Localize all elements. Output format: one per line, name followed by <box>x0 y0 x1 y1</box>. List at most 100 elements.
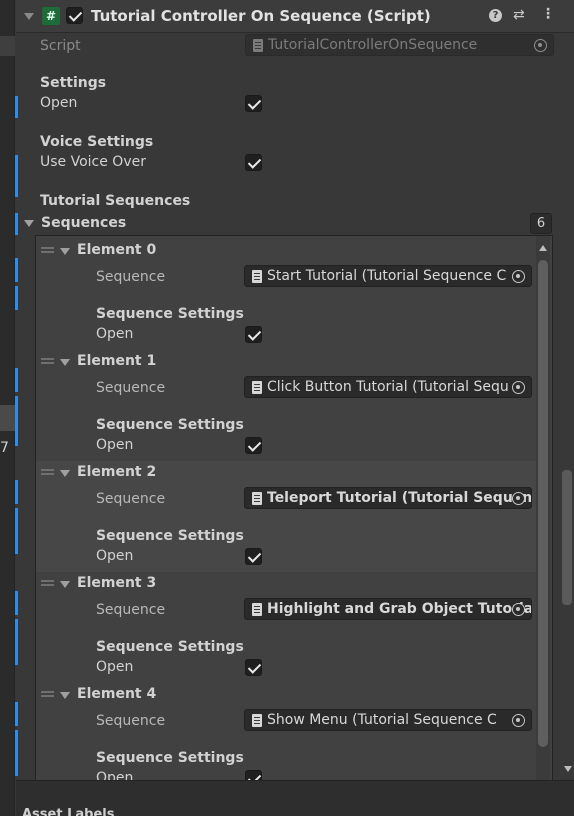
sequence-label: Sequence <box>96 602 166 618</box>
override-marker <box>15 591 18 615</box>
script-value: TutorialControllerOnSequence <box>268 37 478 53</box>
sequence-settings-label: Sequence Settings <box>96 639 244 655</box>
override-marker <box>15 396 18 446</box>
sequence-value: Show Menu (Tutorial Sequence C <box>267 712 497 728</box>
more-options-icon[interactable]: ⋮ <box>541 6 555 22</box>
presets-icon[interactable]: ⇄ <box>513 7 525 23</box>
left-panel-strip: 7 <box>0 0 15 816</box>
sequence-field[interactable]: Show Menu (Tutorial Sequence C <box>244 709 532 731</box>
sequence-asset-icon <box>252 492 262 505</box>
asset-labels-bar: Asset Labels <box>16 780 574 816</box>
object-picker-icon[interactable] <box>512 270 525 283</box>
sequence-label: Sequence <box>96 380 166 396</box>
element-name[interactable]: Element 0 <box>77 242 156 258</box>
drag-handle-icon[interactable] <box>41 247 54 253</box>
sequence-field[interactable]: Highlight and Grab Object Tutoria <box>244 598 532 620</box>
object-picker-icon[interactable] <box>512 714 525 727</box>
sequence-field[interactable]: Teleport Tutorial (Tutorial Sequen <box>244 487 532 509</box>
sequence-field[interactable]: Click Button Tutorial (Tutorial Sequ <box>244 376 532 398</box>
element-name[interactable]: Element 2 <box>77 464 156 480</box>
sequences-count-field[interactable]: 6 <box>530 213 552 234</box>
open-label: Open <box>96 326 134 342</box>
voice-settings-header: Voice Settings <box>40 134 154 150</box>
element-foldout-icon[interactable] <box>60 581 70 588</box>
settings-header: Settings <box>40 75 107 91</box>
use-voice-over-label: Use Voice Over <box>40 154 146 170</box>
open-checkbox[interactable] <box>245 326 262 343</box>
left-strip-selection[interactable] <box>0 405 15 431</box>
asset-labels-text: Asset Labels <box>22 807 115 816</box>
list-scrollbar-thumb[interactable] <box>538 260 548 747</box>
open-checkbox[interactable] <box>245 770 262 780</box>
sequence-settings-label: Sequence Settings <box>96 417 244 433</box>
sequence-settings-label: Sequence Settings <box>96 750 244 766</box>
open-checkbox[interactable] <box>245 437 262 454</box>
settings-open-label: Open <box>40 95 78 111</box>
foldout-arrow-icon[interactable] <box>24 13 34 20</box>
sequence-value: Click Button Tutorial (Tutorial Sequ <box>267 379 509 395</box>
override-marker <box>15 368 18 392</box>
override-marker <box>15 155 18 197</box>
element-foldout-icon[interactable] <box>60 692 70 699</box>
override-marker <box>15 619 18 665</box>
script-field: TutorialControllerOnSequence <box>245 34 554 56</box>
sequences-foldout-icon[interactable] <box>24 220 34 227</box>
script-label: Script <box>40 38 81 54</box>
sequence-asset-icon <box>252 381 262 394</box>
sequences-list: Element 0 Sequence Start Tutorial (Tutor… <box>35 235 553 780</box>
tutorial-sequences-header: Tutorial Sequences <box>40 193 191 209</box>
sequence-label: Sequence <box>96 491 166 507</box>
open-checkbox[interactable] <box>245 659 262 676</box>
open-label: Open <box>96 548 134 564</box>
sequence-asset-icon <box>252 714 262 727</box>
sequence-settings-label: Sequence Settings <box>96 306 244 322</box>
override-marker <box>15 96 18 118</box>
settings-open-checkbox[interactable] <box>245 95 262 112</box>
element-name[interactable]: Element 1 <box>77 353 156 369</box>
drag-handle-icon[interactable] <box>41 358 54 364</box>
open-label: Open <box>96 437 134 453</box>
help-icon[interactable]: ? <box>489 9 502 22</box>
left-strip-number: 7 <box>0 440 9 456</box>
sequence-field[interactable]: Start Tutorial (Tutorial Sequence C <box>244 265 532 287</box>
open-checkbox[interactable] <box>245 548 262 565</box>
use-voice-over-checkbox[interactable] <box>245 154 262 171</box>
sequence-label: Sequence <box>96 713 166 729</box>
override-marker <box>15 702 18 726</box>
sequence-asset-icon <box>252 270 262 283</box>
drag-handle-icon[interactable] <box>41 691 54 697</box>
element-foldout-icon[interactable] <box>60 248 70 255</box>
inspector-scrollbar-thumb[interactable] <box>562 470 572 605</box>
sequence-asset-icon <box>252 603 262 616</box>
component-title: Tutorial Controller On Sequence (Script) <box>91 7 431 25</box>
script-icon: # <box>42 7 60 25</box>
sequence-settings-label: Sequence Settings <box>96 528 244 544</box>
element-name[interactable]: Element 3 <box>77 575 156 591</box>
scroll-up-icon[interactable] <box>539 245 547 251</box>
element-foldout-icon[interactable] <box>60 470 70 477</box>
drag-handle-icon[interactable] <box>41 469 54 475</box>
object-picker-icon[interactable] <box>512 492 525 505</box>
override-marker <box>15 508 18 554</box>
component-enabled-checkbox[interactable] <box>66 7 83 24</box>
element-name[interactable]: Element 4 <box>77 686 156 702</box>
scroll-down-icon[interactable] <box>564 766 572 772</box>
list-scrollbar[interactable] <box>536 236 550 780</box>
drag-handle-icon[interactable] <box>41 580 54 586</box>
sequence-value: Start Tutorial (Tutorial Sequence C <box>267 268 507 284</box>
object-picker-icon[interactable] <box>512 381 525 394</box>
object-picker-icon <box>534 39 547 52</box>
override-marker <box>15 286 18 310</box>
sequence-value: Teleport Tutorial (Tutorial Sequen <box>267 490 532 506</box>
override-marker <box>15 730 18 776</box>
component-header[interactable]: # Tutorial Controller On Sequence (Scrip… <box>16 0 574 33</box>
override-marker <box>15 480 18 504</box>
sequence-label: Sequence <box>96 269 166 285</box>
sequences-label[interactable]: Sequences <box>41 215 126 231</box>
script-file-icon <box>253 39 263 52</box>
left-strip-field[interactable] <box>0 36 15 56</box>
open-label: Open <box>96 770 134 780</box>
open-label: Open <box>96 659 134 675</box>
element-foldout-icon[interactable] <box>60 359 70 366</box>
object-picker-icon[interactable] <box>512 603 525 616</box>
